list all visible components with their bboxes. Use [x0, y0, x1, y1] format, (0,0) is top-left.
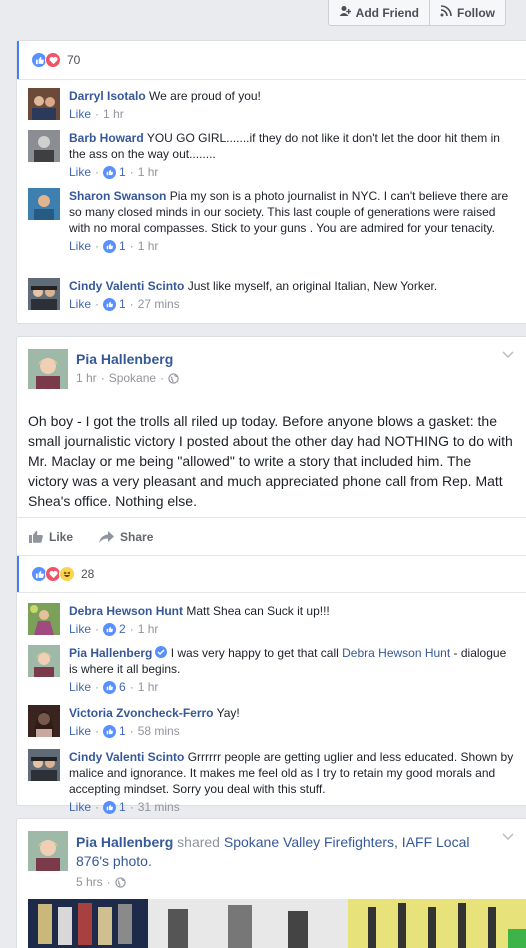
comment-time[interactable]: 31 mins — [138, 800, 180, 814]
like-count-icon — [103, 622, 117, 636]
comment: Cindy Valenti Scinto Just like myself, a… — [17, 278, 526, 314]
comment-author[interactable]: Barb Howard — [69, 131, 144, 145]
avatar[interactable] — [28, 705, 60, 737]
comment-time[interactable]: 27 mins — [138, 297, 180, 311]
haha-reaction-icon — [59, 566, 75, 582]
like-link[interactable]: Like — [69, 800, 91, 814]
reactions-summary[interactable]: 70 — [17, 41, 526, 79]
like-link[interactable]: Like — [69, 239, 91, 253]
like-count-icon — [103, 165, 117, 179]
comment-author[interactable]: Cindy Valenti Scinto — [69, 279, 184, 293]
comment-time[interactable]: 58 mins — [138, 724, 180, 738]
post-time[interactable]: 5 hrs — [76, 875, 103, 889]
post-author[interactable]: Pia Hallenberg — [76, 351, 173, 367]
comment-author[interactable]: Debra Hewson Hunt — [69, 604, 183, 618]
like-link[interactable]: Like — [69, 622, 91, 636]
comment-text: We are proud of you! — [149, 89, 261, 103]
author-avatar[interactable] — [28, 349, 68, 389]
share-label: Share — [120, 529, 154, 544]
share-button[interactable]: Share — [99, 530, 153, 544]
avatar[interactable] — [28, 130, 60, 162]
comment-author[interactable]: Victoria Zvoncheck-Ferro — [69, 706, 214, 720]
verified-badge-icon — [155, 646, 168, 658]
like-count[interactable]: 1 — [119, 297, 126, 311]
globe-icon — [168, 372, 179, 384]
comment-time[interactable]: 1 hr — [138, 239, 159, 253]
post-text: Oh boy - I got the trolls all riled up t… — [28, 413, 513, 509]
like-link[interactable]: Like — [69, 680, 91, 694]
post-author[interactable]: Pia Hallenberg — [76, 834, 173, 850]
comment-text: Yay! — [216, 706, 240, 720]
like-count[interactable]: 6 — [119, 680, 126, 694]
post-comments-card: 70 Darryl Isotalo We are proud of you! L… — [16, 40, 526, 324]
comment: Cindy Valenti Scinto Grrrrrr people are … — [17, 749, 526, 817]
comment-author[interactable]: Sharon Swanson — [69, 189, 166, 203]
comment: Barb Howard YOU GO GIRL.......if they do… — [17, 130, 526, 182]
comment: Victoria Zvoncheck-Ferro Yay! Like · 1 · 58 … — [17, 705, 526, 741]
comment-text: Matt Shea can Suck it up!!! — [186, 604, 330, 618]
love-reaction-icon — [45, 52, 61, 68]
avatar[interactable] — [28, 749, 60, 781]
reactions-summary[interactable]: 28 — [17, 556, 526, 592]
like-count[interactable]: 1 — [119, 724, 126, 738]
shared-post-card: Pia Hallenberg shared Spokane Valley Fir… — [16, 818, 526, 948]
like-count-icon — [103, 297, 117, 311]
comment-author[interactable]: Pia Hallenberg — [69, 646, 152, 660]
like-count-icon — [103, 680, 117, 694]
reaction-count[interactable]: 28 — [81, 567, 94, 581]
add-friend-button[interactable]: Add Friend — [327, 0, 430, 26]
shared-label: shared — [177, 834, 220, 850]
comment-text: I was very happy to get that call — [170, 646, 343, 660]
like-label: Like — [49, 529, 74, 544]
like-count-icon — [103, 800, 117, 814]
rss-icon — [440, 5, 452, 20]
like-count[interactable]: 2 — [119, 622, 126, 636]
author-avatar[interactable] — [28, 831, 68, 871]
comment-time[interactable]: 1 hr — [138, 622, 159, 636]
comment-author[interactable]: Darryl Isotalo — [69, 89, 146, 103]
like-link[interactable]: Like — [69, 724, 91, 738]
like-count[interactable]: 1 — [119, 239, 126, 253]
post-location[interactable]: Spokane — [109, 371, 156, 385]
shared-photo-link[interactable]: 's photo. — [99, 853, 152, 869]
profile-actions: Add Friend Follow — [327, 0, 506, 26]
like-count[interactable]: 1 — [119, 800, 126, 814]
like-link[interactable]: Like — [69, 165, 91, 179]
add-friend-label: Add Friend — [355, 5, 419, 20]
chevron-down-icon[interactable] — [502, 833, 514, 841]
globe-icon — [115, 876, 126, 888]
comment: Pia Hallenberg I was very happy to get t… — [17, 645, 526, 697]
follow-button[interactable]: Follow — [430, 0, 506, 26]
comment-time[interactable]: 1 hr — [138, 680, 159, 694]
add-friend-icon — [339, 5, 351, 20]
like-count-icon — [103, 724, 117, 738]
chevron-down-icon[interactable] — [502, 351, 514, 359]
mention-link[interactable]: Debra Hewson Hunt — [342, 646, 450, 660]
comment-text: Just like myself, an original Italian, N… — [187, 279, 438, 293]
like-button[interactable]: Like — [29, 530, 73, 544]
comment-time[interactable]: 1 hr — [138, 165, 159, 179]
like-count[interactable]: 1 — [119, 165, 126, 179]
avatar[interactable] — [28, 603, 60, 635]
shared-photo[interactable] — [28, 899, 526, 948]
post-card: Pia Hallenberg 1 hr · Spokane · Oh boy - I … — [16, 336, 526, 814]
reaction-count[interactable]: 70 — [67, 53, 80, 67]
avatar[interactable] — [28, 88, 60, 120]
like-count-icon — [103, 239, 117, 253]
comment: Darryl Isotalo We are proud of you! Like… — [17, 88, 526, 122]
avatar[interactable] — [28, 188, 60, 220]
comment-author[interactable]: Cindy Valenti Scinto — [69, 750, 184, 764]
avatar[interactable] — [28, 278, 60, 310]
follow-label: Follow — [457, 5, 495, 20]
comment: Debra Hewson Hunt Matt Shea can Suck it … — [17, 603, 526, 637]
avatar[interactable] — [28, 645, 60, 677]
comment: Sharon Swanson Pia my son is a photo jou… — [17, 188, 526, 272]
share-arrow-icon — [99, 530, 115, 543]
comment-time[interactable]: 1 hr — [103, 107, 124, 121]
post-time[interactable]: 1 hr — [76, 371, 97, 385]
like-link[interactable]: Like — [69, 107, 91, 121]
thumbs-up-icon — [29, 531, 43, 543]
like-link[interactable]: Like — [69, 297, 91, 311]
